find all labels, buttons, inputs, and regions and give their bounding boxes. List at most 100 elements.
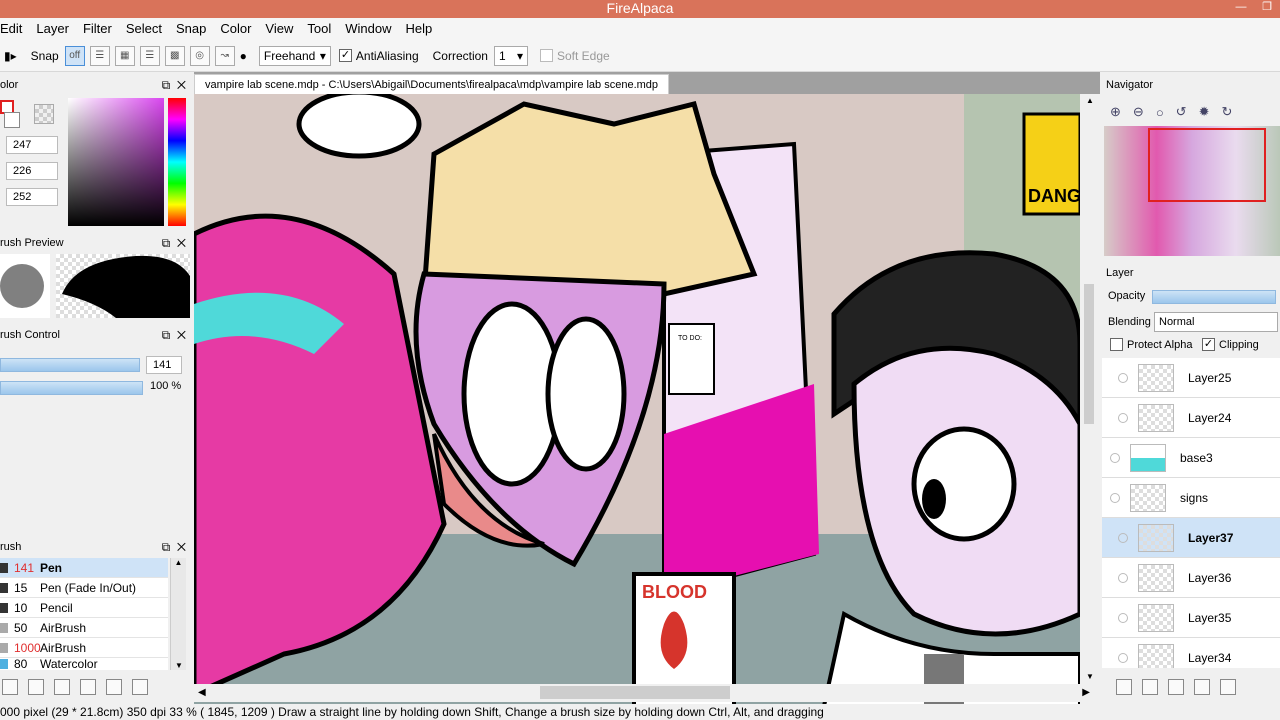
antialiasing-checkbox[interactable]: ✓ AntiAliasing xyxy=(338,49,419,63)
duplicate-layer-icon[interactable] xyxy=(1168,679,1184,695)
visibility-icon[interactable] xyxy=(1110,452,1120,463)
artwork-canvas[interactable]: DANGE TO DO: BLOOD xyxy=(194,94,1080,706)
brush-item-pen-fade[interactable]: 15 Pen (Fade In/Out) xyxy=(0,578,168,598)
visibility-icon[interactable] xyxy=(1118,532,1128,543)
menu-filter[interactable]: Filter xyxy=(76,18,119,40)
brush-item-watercolor[interactable]: 80 Watercolor xyxy=(0,658,168,670)
menu-tool[interactable]: Tool xyxy=(300,18,338,40)
brush-size-field[interactable]: 141 xyxy=(146,356,182,374)
layer-row-layer37[interactable]: Layer37 xyxy=(1102,518,1280,558)
snap-concentric-icon[interactable]: ◎ xyxy=(189,45,210,66)
color-g-field[interactable]: 226 xyxy=(6,162,58,180)
chevron-down-icon[interactable]: ▼ xyxy=(1080,670,1100,684)
clipping-checkbox[interactable]: ✓ Clipping xyxy=(1202,338,1259,351)
close-icon[interactable]: ✕ xyxy=(177,540,186,554)
blending-select[interactable]: Normal xyxy=(1154,312,1278,332)
float-icon[interactable]: ⧉ xyxy=(162,540,171,554)
brush-opacity-slider[interactable] xyxy=(0,381,143,395)
color-b-field[interactable]: 252 xyxy=(6,188,58,206)
visibility-icon[interactable] xyxy=(1118,372,1128,383)
visibility-icon[interactable] xyxy=(1118,572,1128,583)
chevron-up-icon[interactable]: ▲ xyxy=(1080,94,1100,108)
chevron-down-icon[interactable]: ▼ xyxy=(171,661,187,670)
scroll-thumb[interactable] xyxy=(540,686,730,699)
scroll-thumb[interactable] xyxy=(1084,284,1094,424)
snap-curve-icon[interactable]: ↝ xyxy=(214,45,235,66)
maximize-icon[interactable]: ❐ xyxy=(1254,0,1280,16)
close-icon[interactable]: ✕ xyxy=(177,328,186,342)
visibility-icon[interactable] xyxy=(1118,612,1128,623)
hue-slider[interactable] xyxy=(168,98,186,226)
layer-opacity-slider[interactable] xyxy=(1152,290,1276,304)
menu-view[interactable]: View xyxy=(258,18,300,40)
snap-parallel-icon[interactable]: ☰ xyxy=(89,45,110,66)
navigator-viewport-rect[interactable] xyxy=(1148,128,1266,202)
canvas-horizontal-scrollbar[interactable]: ◀ ▶ xyxy=(194,684,1100,702)
navigator-preview[interactable] xyxy=(1104,126,1280,256)
chevron-right-icon[interactable]: ▶ xyxy=(1082,684,1090,702)
script-brush-icon[interactable] xyxy=(54,679,70,695)
secondary-color-swatch[interactable] xyxy=(4,112,20,128)
visibility-icon[interactable] xyxy=(1118,652,1128,663)
chevron-left-icon[interactable]: ◀ xyxy=(198,684,206,702)
menu-window[interactable]: Window xyxy=(338,18,398,40)
canvas-area[interactable]: DANGE TO DO: BLOOD ▲ ▼ xyxy=(194,72,1100,706)
soft-edge-checkbox[interactable]: Soft Edge xyxy=(539,49,610,63)
rotate-right-icon[interactable]: ↻ xyxy=(1221,104,1232,120)
brush-item-airbrush-50[interactable]: 50 AirBrush xyxy=(0,618,168,638)
snap-point-icon[interactable]: ● xyxy=(240,49,247,63)
float-icon[interactable]: ⧉ xyxy=(162,78,171,92)
snap-grid-icon[interactable]: ▦ xyxy=(114,45,135,66)
folder-icon[interactable] xyxy=(80,679,96,695)
brush-size-slider[interactable] xyxy=(0,358,140,372)
correction-select[interactable]: 1 ▾ xyxy=(493,45,528,66)
layer-row-base3[interactable]: base3 xyxy=(1102,438,1280,478)
document-tab[interactable]: vampire lab scene.mdp - C:\Users\Abigail… xyxy=(194,74,670,94)
menu-snap[interactable]: Snap xyxy=(169,18,213,40)
brush-item-pencil[interactable]: 10 Pencil xyxy=(0,598,168,618)
menu-help[interactable]: Help xyxy=(398,18,439,40)
zoom-in-icon[interactable]: ⊕ xyxy=(1110,104,1121,120)
folder-icon[interactable] xyxy=(1142,679,1158,695)
zoom-fit-icon[interactable]: ○ xyxy=(1156,105,1164,120)
protect-alpha-checkbox[interactable]: Protect Alpha xyxy=(1110,338,1192,351)
new-layer-icon[interactable] xyxy=(1116,679,1132,695)
float-icon[interactable]: ⧉ xyxy=(162,328,171,342)
play-icon[interactable]: ▮▸ xyxy=(4,49,17,63)
rotate-left-icon[interactable]: ↺ xyxy=(1176,104,1187,120)
minimize-icon[interactable]: — xyxy=(1228,0,1254,16)
trash-icon[interactable] xyxy=(1220,679,1236,695)
snap-diagonal-icon[interactable]: ▩ xyxy=(164,45,185,66)
menu-select[interactable]: Select xyxy=(119,18,169,40)
freehand-select[interactable]: Freehand ▾ xyxy=(258,45,331,66)
brush-item-pen[interactable]: 141 Pen xyxy=(0,558,168,578)
color-r-field[interactable]: 247 xyxy=(6,136,58,154)
merge-layer-icon[interactable] xyxy=(1194,679,1210,695)
transparent-swatch[interactable] xyxy=(34,104,54,124)
layer-row-signs[interactable]: signs xyxy=(1102,478,1280,518)
duplicate-icon[interactable] xyxy=(106,679,122,695)
layer-row-layer24[interactable]: Layer24 xyxy=(1102,398,1280,438)
zoom-out-icon[interactable]: ⊖ xyxy=(1133,104,1144,120)
color-picker-square[interactable] xyxy=(68,98,164,226)
layer-row-layer25[interactable]: Layer25 xyxy=(1102,358,1280,398)
canvas-vertical-scrollbar[interactable]: ▲ ▼ xyxy=(1080,94,1100,684)
menu-layer[interactable]: Layer xyxy=(29,18,76,40)
new-brush-icon[interactable] xyxy=(2,679,18,695)
visibility-icon[interactable] xyxy=(1118,412,1128,423)
trash-icon[interactable] xyxy=(132,679,148,695)
close-icon[interactable]: ✕ xyxy=(177,236,186,250)
float-icon[interactable]: ⧉ xyxy=(162,236,171,250)
edit-brush-icon[interactable] xyxy=(28,679,44,695)
brush-item-airbrush-1000[interactable]: 1000 AirBrush xyxy=(0,638,168,658)
snap-off-icon[interactable]: off xyxy=(64,45,85,66)
menu-edit[interactable]: Edit xyxy=(0,18,29,40)
brush-list-scrollbar[interactable]: ▲ ▼ xyxy=(170,558,186,670)
layer-row-layer36[interactable]: Layer36 xyxy=(1102,558,1280,598)
visibility-icon[interactable] xyxy=(1110,492,1120,503)
snap-cross-icon[interactable]: ☰ xyxy=(139,45,160,66)
layer-row-layer34[interactable]: Layer34 xyxy=(1102,638,1280,668)
chevron-up-icon[interactable]: ▲ xyxy=(171,558,186,567)
reset-rotation-icon[interactable]: ✹ xyxy=(1199,104,1210,120)
layer-row-layer35[interactable]: Layer35 xyxy=(1102,598,1280,638)
